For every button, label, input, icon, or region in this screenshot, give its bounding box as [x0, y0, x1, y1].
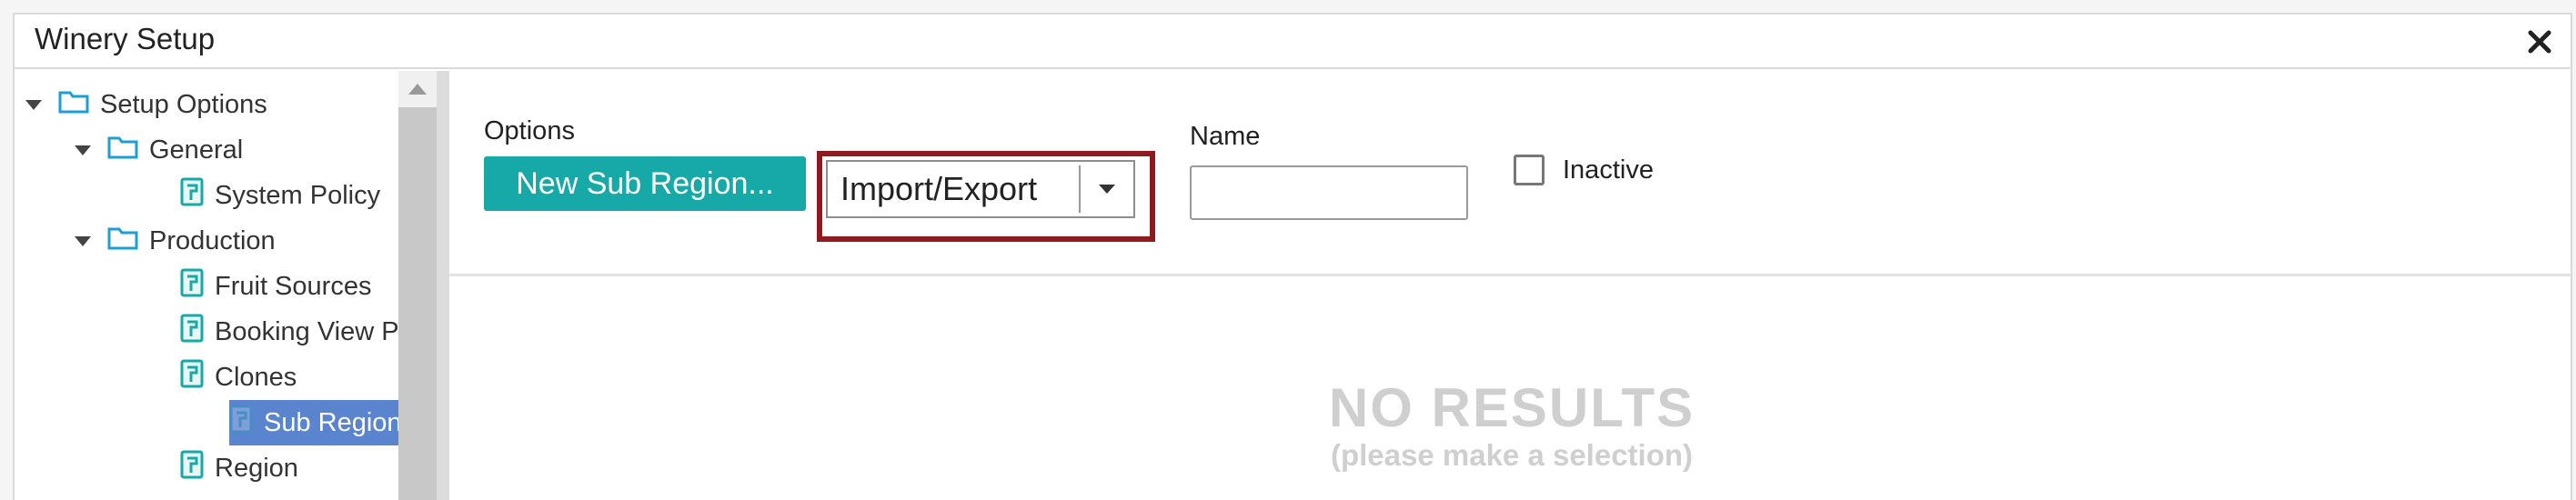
page-icon: [180, 314, 204, 350]
folder-icon: [107, 225, 138, 257]
chevron-down-icon[interactable]: [1081, 185, 1133, 194]
folder-icon: [58, 88, 89, 121]
panel-splitter[interactable]: [437, 71, 449, 500]
inactive-checkbox[interactable]: [1514, 155, 1545, 185]
caret-down-icon[interactable]: [75, 145, 91, 155]
tree-item-booking-view-p[interactable]: Booking View P: [124, 309, 398, 355]
scroll-up-icon[interactable]: [398, 71, 437, 107]
dialog-title: Winery Setup: [35, 22, 216, 55]
setup-options-tree: Setup Options General System Policy Product…: [15, 71, 398, 500]
name-label: Name: [1190, 122, 1261, 151]
no-results-subtitle: (please make a selection): [1330, 438, 1694, 472]
options-toolbar: Options New Sub Region... Import/Export …: [449, 71, 2571, 276]
no-results-title: NO RESULTS: [1328, 377, 1696, 438]
tree-item-label: System Policy: [215, 180, 381, 210]
inactive-label: Inactive: [1563, 155, 1654, 185]
results-area: NO RESULTS (please make a selection): [449, 276, 2571, 500]
page-icon: [180, 450, 204, 486]
main-panel: Options New Sub Region... Import/Export …: [449, 71, 2571, 500]
page-icon: [180, 268, 204, 305]
caret-down-icon[interactable]: [75, 235, 91, 246]
import-export-dropdown[interactable]: Import/Export: [826, 160, 1135, 218]
tree-item-system-policy[interactable]: System Policy: [124, 173, 380, 218]
tree-item-label: Clones: [215, 362, 297, 392]
tree-item-label: Region: [215, 453, 298, 483]
tree-item-general[interactable]: General: [75, 127, 243, 173]
name-input[interactable]: [1190, 165, 1468, 220]
tree-item-label: General: [149, 135, 244, 165]
folder-icon: [107, 134, 138, 166]
winery-setup-dialog: Winery Setup Setup Options General System …: [13, 13, 2572, 500]
tree-item-region[interactable]: Region: [124, 445, 298, 491]
tree-item-production[interactable]: Production: [75, 218, 276, 264]
tree-item-label: Fruit Sources: [215, 271, 372, 301]
import-export-value: Import/Export: [840, 170, 1038, 207]
new-sub-region-button[interactable]: New Sub Region...: [484, 156, 806, 211]
tree-item-label: Production: [149, 225, 276, 255]
setup-options-panel: Setup Options General System Policy Product…: [15, 71, 437, 500]
tree-item-setup-options[interactable]: Setup Options: [25, 82, 267, 127]
tree-item-label: Setup Options: [100, 89, 267, 119]
inactive-toggle[interactable]: Inactive: [1514, 155, 1654, 185]
tree-item-label: Sub Region: [264, 407, 398, 437]
options-label: Options: [484, 116, 575, 145]
tree-item-sub-region[interactable]: Sub Region: [229, 400, 398, 445]
page-icon: [180, 177, 204, 214]
tree-item-fruit-sources[interactable]: Fruit Sources: [124, 264, 371, 309]
caret-down-icon[interactable]: [25, 99, 42, 110]
title-bar: Winery Setup: [15, 15, 2571, 69]
page-icon: [180, 359, 204, 395]
tree-item-clones[interactable]: Clones: [124, 355, 297, 400]
tree-item-label: Booking View P: [215, 316, 398, 346]
page-icon: [229, 405, 253, 441]
close-icon[interactable]: [2523, 25, 2556, 58]
tree-scrollbar[interactable]: [398, 71, 437, 500]
